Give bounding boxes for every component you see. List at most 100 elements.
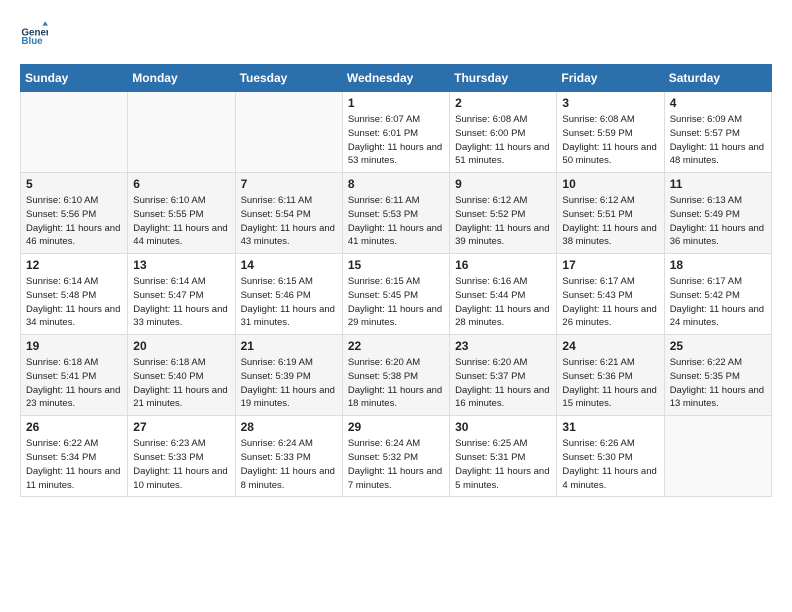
day-number: 2 — [455, 96, 551, 110]
day-number: 27 — [133, 420, 229, 434]
weekday-header-cell: Saturday — [664, 65, 771, 92]
day-number: 21 — [241, 339, 337, 353]
day-info: Sunrise: 6:18 AM Sunset: 5:41 PM Dayligh… — [26, 356, 122, 411]
day-info: Sunrise: 6:19 AM Sunset: 5:39 PM Dayligh… — [241, 356, 337, 411]
calendar-day-cell: 25 Sunrise: 6:22 AM Sunset: 5:35 PM Dayli… — [664, 335, 771, 416]
day-info: Sunrise: 6:08 AM Sunset: 6:00 PM Dayligh… — [455, 113, 551, 168]
calendar-week-row: 1 Sunrise: 6:07 AM Sunset: 6:01 PM Daylig… — [21, 92, 772, 173]
day-number: 7 — [241, 177, 337, 191]
day-info: Sunrise: 6:08 AM Sunset: 5:59 PM Dayligh… — [562, 113, 658, 168]
calendar-day-cell: 17 Sunrise: 6:17 AM Sunset: 5:43 PM Dayli… — [557, 254, 664, 335]
day-number: 15 — [348, 258, 444, 272]
day-info: Sunrise: 6:14 AM Sunset: 5:48 PM Dayligh… — [26, 275, 122, 330]
calendar-day-cell — [664, 416, 771, 497]
day-number: 9 — [455, 177, 551, 191]
calendar-day-cell: 14 Sunrise: 6:15 AM Sunset: 5:46 PM Dayli… — [235, 254, 342, 335]
day-info: Sunrise: 6:09 AM Sunset: 5:57 PM Dayligh… — [670, 113, 766, 168]
day-number: 16 — [455, 258, 551, 272]
calendar-day-cell: 30 Sunrise: 6:25 AM Sunset: 5:31 PM Dayli… — [450, 416, 557, 497]
day-info: Sunrise: 6:12 AM Sunset: 5:52 PM Dayligh… — [455, 194, 551, 249]
calendar-day-cell: 3Sunrise: 6:08 AM Sunset: 5:59 PM Daylig… — [557, 92, 664, 173]
logo-icon: General Blue — [20, 20, 48, 48]
calendar-day-cell: 22Sunrise: 6:20 AM Sunset: 5:38 PM Dayli… — [342, 335, 449, 416]
day-number: 26 — [26, 420, 122, 434]
day-number: 10 — [562, 177, 658, 191]
weekday-header-cell: Friday — [557, 65, 664, 92]
calendar-day-cell: 28Sunrise: 6:24 AM Sunset: 5:33 PM Dayli… — [235, 416, 342, 497]
calendar-day-cell: 8 Sunrise: 6:11 AM Sunset: 5:53 PM Daylig… — [342, 173, 449, 254]
day-number: 29 — [348, 420, 444, 434]
calendar-day-cell: 15Sunrise: 6:15 AM Sunset: 5:45 PM Dayli… — [342, 254, 449, 335]
day-info: Sunrise: 6:14 AM Sunset: 5:47 PM Dayligh… — [133, 275, 229, 330]
day-info: Sunrise: 6:26 AM Sunset: 5:30 PM Dayligh… — [562, 437, 658, 492]
page-header: General Blue — [20, 20, 772, 48]
day-number: 18 — [670, 258, 766, 272]
day-info: Sunrise: 6:15 AM Sunset: 5:46 PM Dayligh… — [241, 275, 337, 330]
day-number: 8 — [348, 177, 444, 191]
day-info: Sunrise: 6:11 AM Sunset: 5:54 PM Dayligh… — [241, 194, 337, 249]
day-number: 24 — [562, 339, 658, 353]
day-number: 25 — [670, 339, 766, 353]
day-number: 12 — [26, 258, 122, 272]
calendar-day-cell: 16 Sunrise: 6:16 AM Sunset: 5:44 PM Dayli… — [450, 254, 557, 335]
day-info: Sunrise: 6:20 AM Sunset: 5:37 PM Dayligh… — [455, 356, 551, 411]
day-info: Sunrise: 6:20 AM Sunset: 5:38 PM Dayligh… — [348, 356, 444, 411]
day-number: 30 — [455, 420, 551, 434]
day-number: 23 — [455, 339, 551, 353]
calendar-day-cell: 13 Sunrise: 6:14 AM Sunset: 5:47 PM Dayli… — [128, 254, 235, 335]
calendar-day-cell: 31Sunrise: 6:26 AM Sunset: 5:30 PM Dayli… — [557, 416, 664, 497]
calendar-day-cell: 21 Sunrise: 6:19 AM Sunset: 5:39 PM Dayli… — [235, 335, 342, 416]
day-info: Sunrise: 6:17 AM Sunset: 5:43 PM Dayligh… — [562, 275, 658, 330]
calendar-week-row: 12 Sunrise: 6:14 AM Sunset: 5:48 PM Dayli… — [21, 254, 772, 335]
day-info: Sunrise: 6:22 AM Sunset: 5:34 PM Dayligh… — [26, 437, 122, 492]
day-info: Sunrise: 6:12 AM Sunset: 5:51 PM Dayligh… — [562, 194, 658, 249]
calendar-day-cell: 18 Sunrise: 6:17 AM Sunset: 5:42 PM Dayli… — [664, 254, 771, 335]
calendar-day-cell: 20 Sunrise: 6:18 AM Sunset: 5:40 PM Dayli… — [128, 335, 235, 416]
day-number: 14 — [241, 258, 337, 272]
calendar-week-row: 5 Sunrise: 6:10 AM Sunset: 5:56 PM Daylig… — [21, 173, 772, 254]
day-info: Sunrise: 6:10 AM Sunset: 5:56 PM Dayligh… — [26, 194, 122, 249]
calendar-day-cell: 26 Sunrise: 6:22 AM Sunset: 5:34 PM Dayli… — [21, 416, 128, 497]
day-number: 1 — [348, 96, 444, 110]
day-number: 13 — [133, 258, 229, 272]
day-number: 6 — [133, 177, 229, 191]
day-number: 17 — [562, 258, 658, 272]
weekday-header-cell: Tuesday — [235, 65, 342, 92]
day-info: Sunrise: 6:18 AM Sunset: 5:40 PM Dayligh… — [133, 356, 229, 411]
day-number: 11 — [670, 177, 766, 191]
day-info: Sunrise: 6:10 AM Sunset: 5:55 PM Dayligh… — [133, 194, 229, 249]
day-info: Sunrise: 6:13 AM Sunset: 5:49 PM Dayligh… — [670, 194, 766, 249]
day-info: Sunrise: 6:21 AM Sunset: 5:36 PM Dayligh… — [562, 356, 658, 411]
day-info: Sunrise: 6:17 AM Sunset: 5:42 PM Dayligh… — [670, 275, 766, 330]
calendar-body: 1 Sunrise: 6:07 AM Sunset: 6:01 PM Daylig… — [21, 92, 772, 497]
day-number: 5 — [26, 177, 122, 191]
day-info: Sunrise: 6:24 AM Sunset: 5:33 PM Dayligh… — [241, 437, 337, 492]
calendar-day-cell: 5 Sunrise: 6:10 AM Sunset: 5:56 PM Daylig… — [21, 173, 128, 254]
calendar-day-cell — [235, 92, 342, 173]
calendar-day-cell — [21, 92, 128, 173]
calendar-day-cell: 27Sunrise: 6:23 AM Sunset: 5:33 PM Dayli… — [128, 416, 235, 497]
calendar-day-cell: 19Sunrise: 6:18 AM Sunset: 5:41 PM Dayli… — [21, 335, 128, 416]
calendar-day-cell: 9 Sunrise: 6:12 AM Sunset: 5:52 PM Daylig… — [450, 173, 557, 254]
day-number: 20 — [133, 339, 229, 353]
calendar-day-cell — [128, 92, 235, 173]
day-info: Sunrise: 6:25 AM Sunset: 5:31 PM Dayligh… — [455, 437, 551, 492]
day-info: Sunrise: 6:16 AM Sunset: 5:44 PM Dayligh… — [455, 275, 551, 330]
calendar-day-cell: 24 Sunrise: 6:21 AM Sunset: 5:36 PM Dayli… — [557, 335, 664, 416]
calendar-day-cell: 6 Sunrise: 6:10 AM Sunset: 5:55 PM Daylig… — [128, 173, 235, 254]
calendar-day-cell: 10 Sunrise: 6:12 AM Sunset: 5:51 PM Dayli… — [557, 173, 664, 254]
day-info: Sunrise: 6:22 AM Sunset: 5:35 PM Dayligh… — [670, 356, 766, 411]
calendar-day-cell: 4 Sunrise: 6:09 AM Sunset: 5:57 PM Daylig… — [664, 92, 771, 173]
day-info: Sunrise: 6:24 AM Sunset: 5:32 PM Dayligh… — [348, 437, 444, 492]
day-info: Sunrise: 6:07 AM Sunset: 6:01 PM Dayligh… — [348, 113, 444, 168]
calendar-day-cell: 12 Sunrise: 6:14 AM Sunset: 5:48 PM Dayli… — [21, 254, 128, 335]
weekday-header-cell: Wednesday — [342, 65, 449, 92]
day-number: 4 — [670, 96, 766, 110]
day-info: Sunrise: 6:11 AM Sunset: 5:53 PM Dayligh… — [348, 194, 444, 249]
svg-text:Blue: Blue — [21, 36, 43, 47]
calendar-day-cell: 29 Sunrise: 6:24 AM Sunset: 5:32 PM Dayli… — [342, 416, 449, 497]
calendar-day-cell: 2 Sunrise: 6:08 AM Sunset: 6:00 PM Daylig… — [450, 92, 557, 173]
weekday-header-cell: Sunday — [21, 65, 128, 92]
logo: General Blue — [20, 20, 52, 48]
calendar-table: SundayMondayTuesdayWednesdayThursdayFrid… — [20, 64, 772, 497]
